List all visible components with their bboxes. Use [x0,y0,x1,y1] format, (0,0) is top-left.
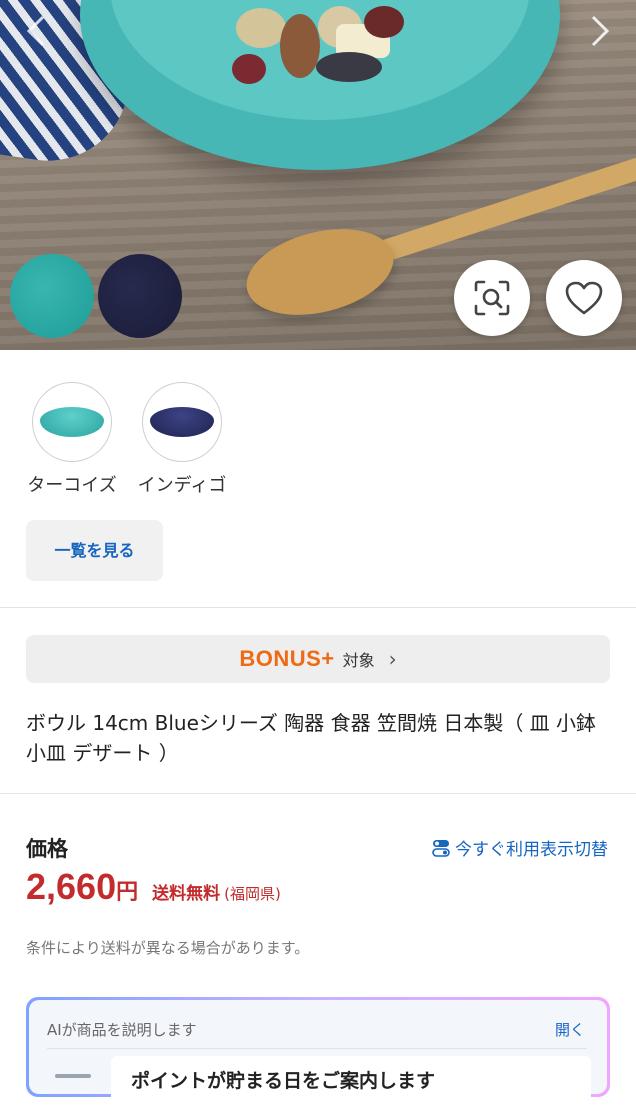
shipping-note: 条件により送料が異なる場合があります。 [26,939,310,957]
free-shipping-label: 送料無料 [152,884,221,904]
divider [47,1048,587,1049]
ai-description-panel: AIが商品を説明します 開く ポイントが貯まる日をご案内します [26,997,610,1106]
display-switch-link[interactable]: 今すぐ利用表示切替 [431,835,608,860]
nut-image [232,54,266,84]
color-swatch-indigo[interactable] [98,254,182,338]
display-switch-label: 今すぐ利用表示切替 [455,840,608,860]
color-swatch-turquoise[interactable] [10,254,94,338]
variant-thumbnail [142,382,222,462]
bowl-thumbnail [150,407,214,437]
divider [0,793,636,794]
price-amount: 2,660 [26,866,117,907]
variant-option-indigo[interactable]: インディゴ [132,382,232,497]
divider [0,607,636,608]
favorite-button[interactable] [546,260,622,336]
menu-icon [55,1074,91,1078]
view-all-button[interactable]: 一覧を見る [26,520,163,581]
ai-panel-title: AIが商品を説明します [47,1021,197,1039]
bonus-plus-banner[interactable]: BONUS+ 対象 › [26,635,610,683]
variant-thumbnail [32,382,112,462]
heart-icon [565,281,603,315]
nut-image [316,52,382,82]
nut-image [364,6,404,38]
image-search-icon [474,280,510,316]
product-image-carousel[interactable] [0,0,636,350]
price-row: 2,660 円 送料無料 (福岡県) [26,866,281,908]
image-search-button[interactable] [454,260,530,336]
ai-open-button[interactable]: 開く [555,1019,585,1040]
chevron-right-icon: › [388,647,397,671]
price-currency: 円 [116,880,139,905]
variant-label: ターコイズ [27,475,117,496]
bowl-thumbnail [40,407,104,437]
nut-image [236,8,286,48]
variant-option-turquoise[interactable]: ターコイズ [22,382,122,497]
bonus-plus-logo: BONUS+ [239,646,335,671]
toggle-icon [432,839,450,857]
chevron-right-icon[interactable] [582,14,618,54]
product-title: ボウル 14cm Blueシリーズ 陶器 食器 笠間焼 日本製（ 皿 小鉢 小皿… [26,711,597,765]
price-heading: 価格 [26,837,68,861]
variant-label: インディゴ [137,475,227,496]
bonus-target-label: 対象 [342,651,375,670]
variant-selector: ターコイズ インディゴ [0,382,636,496]
ai-message-card[interactable]: ポイントが貯まる日をご案内します [111,1056,591,1106]
chevron-left-icon[interactable] [18,14,54,54]
nut-image [280,14,320,78]
shipping-area: (福岡県) [224,885,281,903]
